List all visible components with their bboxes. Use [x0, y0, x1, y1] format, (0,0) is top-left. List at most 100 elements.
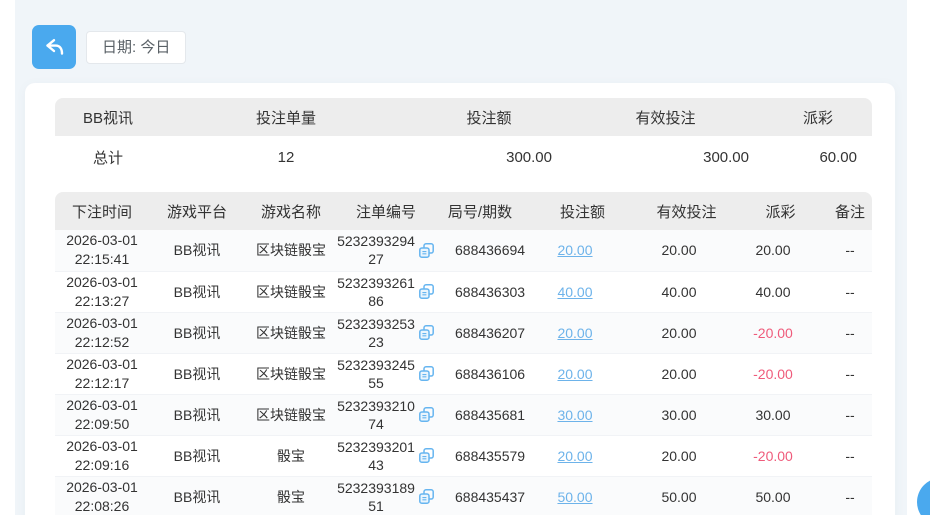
bill-no: 523239325323	[337, 315, 415, 350]
platform-cell: BB视讯	[149, 271, 245, 313]
bet-table-header: 备注	[828, 192, 872, 230]
summary-header: 投注单量	[161, 98, 411, 136]
payout-cell: 50.00	[733, 476, 828, 515]
floating-action-button[interactable]	[917, 478, 930, 515]
round-no-cell: 688435437	[435, 476, 525, 515]
table-row: 2026-03-01 22:09:16 BB视讯 骰宝 523239320143…	[55, 435, 872, 477]
game-name-cell: 区块链骰宝	[245, 271, 337, 313]
bet-amount-link[interactable]: 20.00	[557, 242, 592, 258]
bill-no: 523239326186	[337, 274, 415, 309]
valid-amount-cell: 20.00	[640, 230, 733, 272]
bet-time-cell: 2026-03-01 22:08:26	[55, 476, 149, 515]
game-name-cell: 区块链骰宝	[245, 353, 337, 395]
valid-amount-cell: 20.00	[640, 312, 733, 354]
summary-header: 派彩	[764, 98, 872, 136]
bet-amount-link[interactable]: 50.00	[557, 489, 592, 505]
game-name-cell: 骰宝	[245, 476, 337, 515]
bet-time: 22:12:17	[74, 374, 130, 391]
bet-amount-link[interactable]: 40.00	[557, 284, 592, 300]
bill-no-cell: 523239320143	[337, 435, 435, 477]
bet-time: 22:09:50	[74, 415, 130, 432]
platform-cell: BB视讯	[149, 353, 245, 395]
summary-bet-amount: 300.00	[411, 136, 567, 178]
bill-no-cell: 523239321074	[337, 394, 435, 436]
bet-time-cell: 2026-03-01 22:09:50	[55, 394, 149, 436]
copy-icon[interactable]	[418, 406, 435, 423]
bet-time-cell: 2026-03-01 22:12:52	[55, 312, 149, 354]
bet-time-cell: 2026-03-01 22:12:17	[55, 353, 149, 395]
bet-time-cell: 2026-03-01 22:15:41	[55, 230, 149, 272]
bet-table-header: 注单编号	[337, 192, 435, 230]
copy-icon[interactable]	[418, 488, 435, 505]
round-no-cell: 688436303	[435, 271, 525, 313]
note-cell: --	[828, 435, 872, 477]
game-name-cell: 区块链骰宝	[245, 230, 337, 272]
bet-date: 2026-03-01	[66, 273, 138, 290]
note-cell: --	[828, 312, 872, 354]
bet-date: 2026-03-01	[66, 478, 138, 495]
bet-date: 2026-03-01	[66, 232, 138, 249]
table-row: 2026-03-01 22:12:17 BB视讯 区块链骰宝 523239324…	[55, 353, 872, 395]
bill-no-cell: 523239329427	[337, 230, 435, 272]
copy-icon[interactable]	[418, 447, 435, 464]
payout-cell: 40.00	[733, 271, 828, 313]
date-filter[interactable]: 日期: 今日	[86, 31, 187, 64]
bet-date: 2026-03-01	[66, 314, 138, 331]
valid-amount-cell: 40.00	[640, 271, 733, 313]
round-no-cell: 688435681	[435, 394, 525, 436]
copy-icon[interactable]	[418, 365, 435, 382]
game-name-cell: 区块链骰宝	[245, 312, 337, 354]
note-cell: --	[828, 353, 872, 395]
copy-icon[interactable]	[418, 242, 435, 259]
bet-time-cell: 2026-03-01 22:13:27	[55, 271, 149, 313]
bet-date: 2026-03-01	[66, 437, 138, 454]
platform-cell: BB视讯	[149, 394, 245, 436]
summary-header: BB视讯	[55, 98, 161, 136]
bet-time-cell: 2026-03-01 22:09:16	[55, 435, 149, 477]
bill-no: 523239320143	[337, 438, 415, 473]
bill-no: 523239318951	[337, 479, 415, 514]
note-cell: --	[828, 394, 872, 436]
bet-amount-link[interactable]: 20.00	[557, 325, 592, 341]
bet-table: 下注时间 游戏平台 游戏名称 注单编号 局号/期数 投注额 有效投注 派彩 备注 2026-03…	[55, 192, 872, 515]
platform-cell: BB视讯	[149, 476, 245, 515]
summary-payout-amount: 60.00	[764, 136, 872, 178]
valid-amount-cell: 20.00	[640, 353, 733, 395]
bet-table-header: 投注额	[525, 192, 640, 230]
platform-cell: BB视讯	[149, 435, 245, 477]
bill-no-cell: 523239318951	[337, 476, 435, 515]
bill-no: 523239324555	[337, 356, 415, 391]
note-cell: --	[828, 230, 872, 272]
bet-table-header: 游戏名称	[245, 192, 337, 230]
valid-amount-cell: 50.00	[640, 476, 733, 515]
table-row: 2026-03-01 22:13:27 BB视讯 区块链骰宝 523239326…	[55, 271, 872, 313]
bet-table-header: 派彩	[733, 192, 828, 230]
game-name-cell: 骰宝	[245, 435, 337, 477]
platform-cell: BB视讯	[149, 230, 245, 272]
summary-total-label: 总计	[55, 136, 161, 178]
platform-cell: BB视讯	[149, 312, 245, 354]
summary-table: BB视讯 投注单量 投注额 有效投注 派彩 总计 12 300.00 300.00 60…	[55, 98, 872, 178]
valid-amount-cell: 30.00	[640, 394, 733, 436]
bill-no: 523239329427	[337, 233, 415, 268]
bet-amount-link[interactable]: 20.00	[557, 366, 592, 382]
table-row: 2026-03-01 22:12:52 BB视讯 区块链骰宝 523239325…	[55, 312, 872, 354]
summary-header-row: BB视讯 投注单量 投注额 有效投注 派彩	[55, 98, 872, 136]
bet-time: 22:13:27	[74, 292, 130, 309]
back-button[interactable]	[32, 25, 76, 69]
note-cell: --	[828, 271, 872, 313]
table-row: 2026-03-01 22:09:50 BB视讯 区块链骰宝 523239321…	[55, 394, 872, 436]
round-no-cell: 688436106	[435, 353, 525, 395]
bet-amount-link[interactable]: 30.00	[557, 407, 592, 423]
bet-time: 22:09:16	[74, 456, 130, 473]
bet-time: 22:12:52	[74, 333, 130, 350]
bill-no-cell: 523239326186	[337, 271, 435, 313]
bet-time: 22:08:26	[74, 497, 130, 514]
report-card: BB视讯 投注单量 投注额 有效投注 派彩 总计 12 300.00 300.00 60…	[25, 83, 895, 515]
copy-icon[interactable]	[418, 324, 435, 341]
table-row: 2026-03-01 22:15:41 BB视讯 区块链骰宝 523239329…	[55, 230, 872, 272]
bet-amount-link[interactable]: 20.00	[557, 448, 592, 464]
payout-cell: -20.00	[733, 435, 828, 477]
payout-cell: 20.00	[733, 230, 828, 272]
copy-icon[interactable]	[418, 283, 435, 300]
